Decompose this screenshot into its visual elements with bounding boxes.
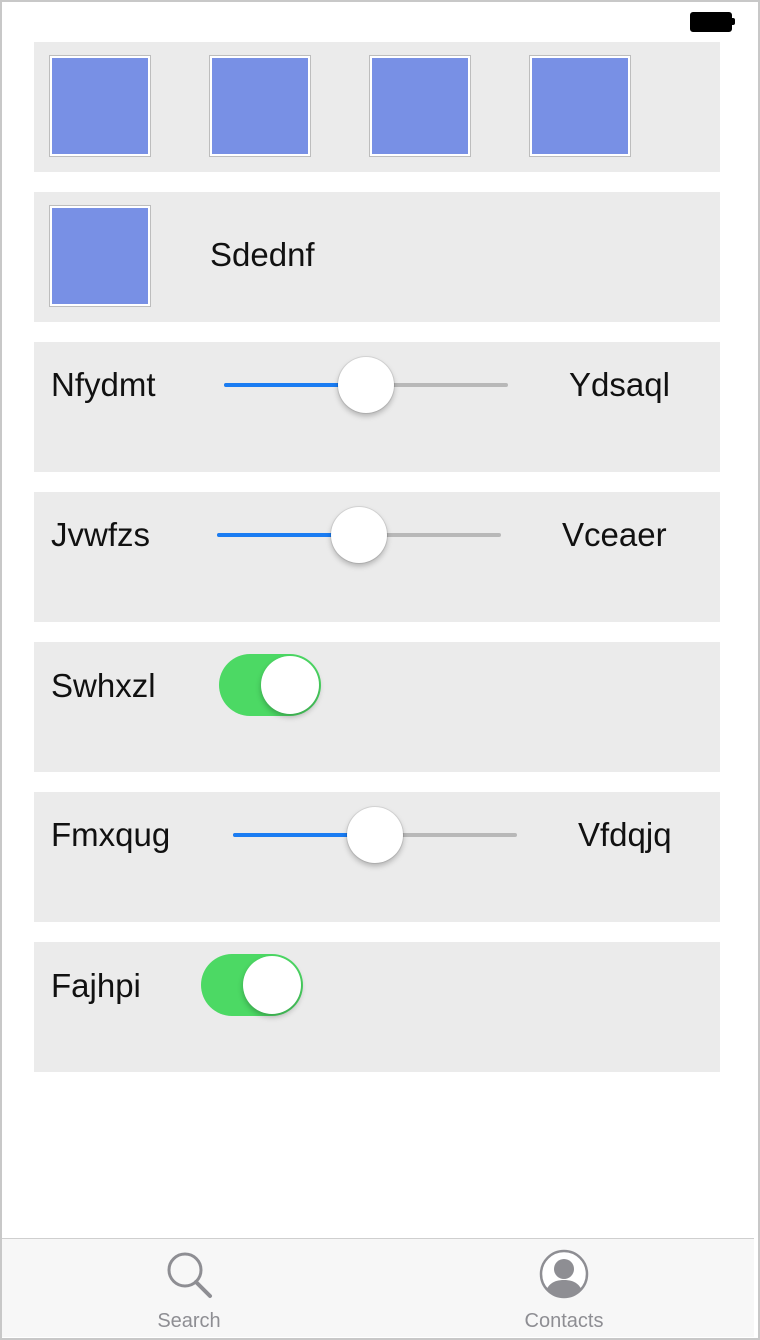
slider-row-nfydmt: Nfydmt Ydsaql bbox=[34, 342, 720, 472]
tab-bar: Search Contacts bbox=[2, 1238, 754, 1337]
row-label: Sdednf bbox=[210, 236, 315, 273]
switch-label: Swhxzl bbox=[51, 667, 156, 704]
switch-row-swhxzl: Swhxzl bbox=[34, 642, 720, 772]
tab-search[interactable]: Search bbox=[89, 1239, 289, 1337]
contacts-icon bbox=[539, 1249, 589, 1299]
tab-label: Contacts bbox=[524, 1310, 604, 1332]
image-label-row: Sdednf bbox=[34, 192, 720, 322]
battery-icon bbox=[690, 12, 735, 32]
slider[interactable] bbox=[233, 805, 517, 865]
tab-contacts[interactable]: Contacts bbox=[464, 1239, 664, 1337]
slider[interactable] bbox=[217, 505, 501, 565]
slider[interactable] bbox=[224, 355, 508, 415]
toggle-knob bbox=[243, 956, 301, 1014]
slider-thumb[interactable] bbox=[347, 807, 403, 863]
toggle-switch[interactable] bbox=[219, 654, 321, 716]
image-tile[interactable] bbox=[50, 206, 150, 306]
slider-right-label: Ydsaql bbox=[569, 366, 670, 403]
toggle-switch[interactable] bbox=[201, 954, 303, 1016]
slider-thumb[interactable] bbox=[338, 357, 394, 413]
switch-label: Fajhpi bbox=[51, 967, 141, 1004]
slider-row-fmxqug: Fmxqug Vfdqjq bbox=[34, 792, 720, 922]
image-tile[interactable] bbox=[210, 56, 310, 156]
image-tile[interactable] bbox=[50, 56, 150, 156]
toggle-knob bbox=[261, 656, 319, 714]
slider-left-label: Nfydmt bbox=[51, 366, 156, 403]
image-tiles-row bbox=[34, 42, 720, 172]
tab-label: Search bbox=[157, 1310, 221, 1332]
slider-right-label: Vfdqjq bbox=[578, 816, 672, 853]
slider-thumb[interactable] bbox=[331, 507, 387, 563]
slider-row-jvwfzs: Jvwfzs Vceaer bbox=[34, 492, 720, 622]
slider-left-label: Jvwfzs bbox=[51, 516, 150, 553]
search-icon bbox=[167, 1252, 212, 1298]
slider-left-label: Fmxqug bbox=[51, 816, 171, 853]
slider-right-label: Vceaer bbox=[562, 516, 667, 553]
image-tile[interactable] bbox=[530, 56, 630, 156]
image-tile[interactable] bbox=[370, 56, 470, 156]
switch-row-fajhpi: Fajhpi bbox=[34, 942, 720, 1072]
